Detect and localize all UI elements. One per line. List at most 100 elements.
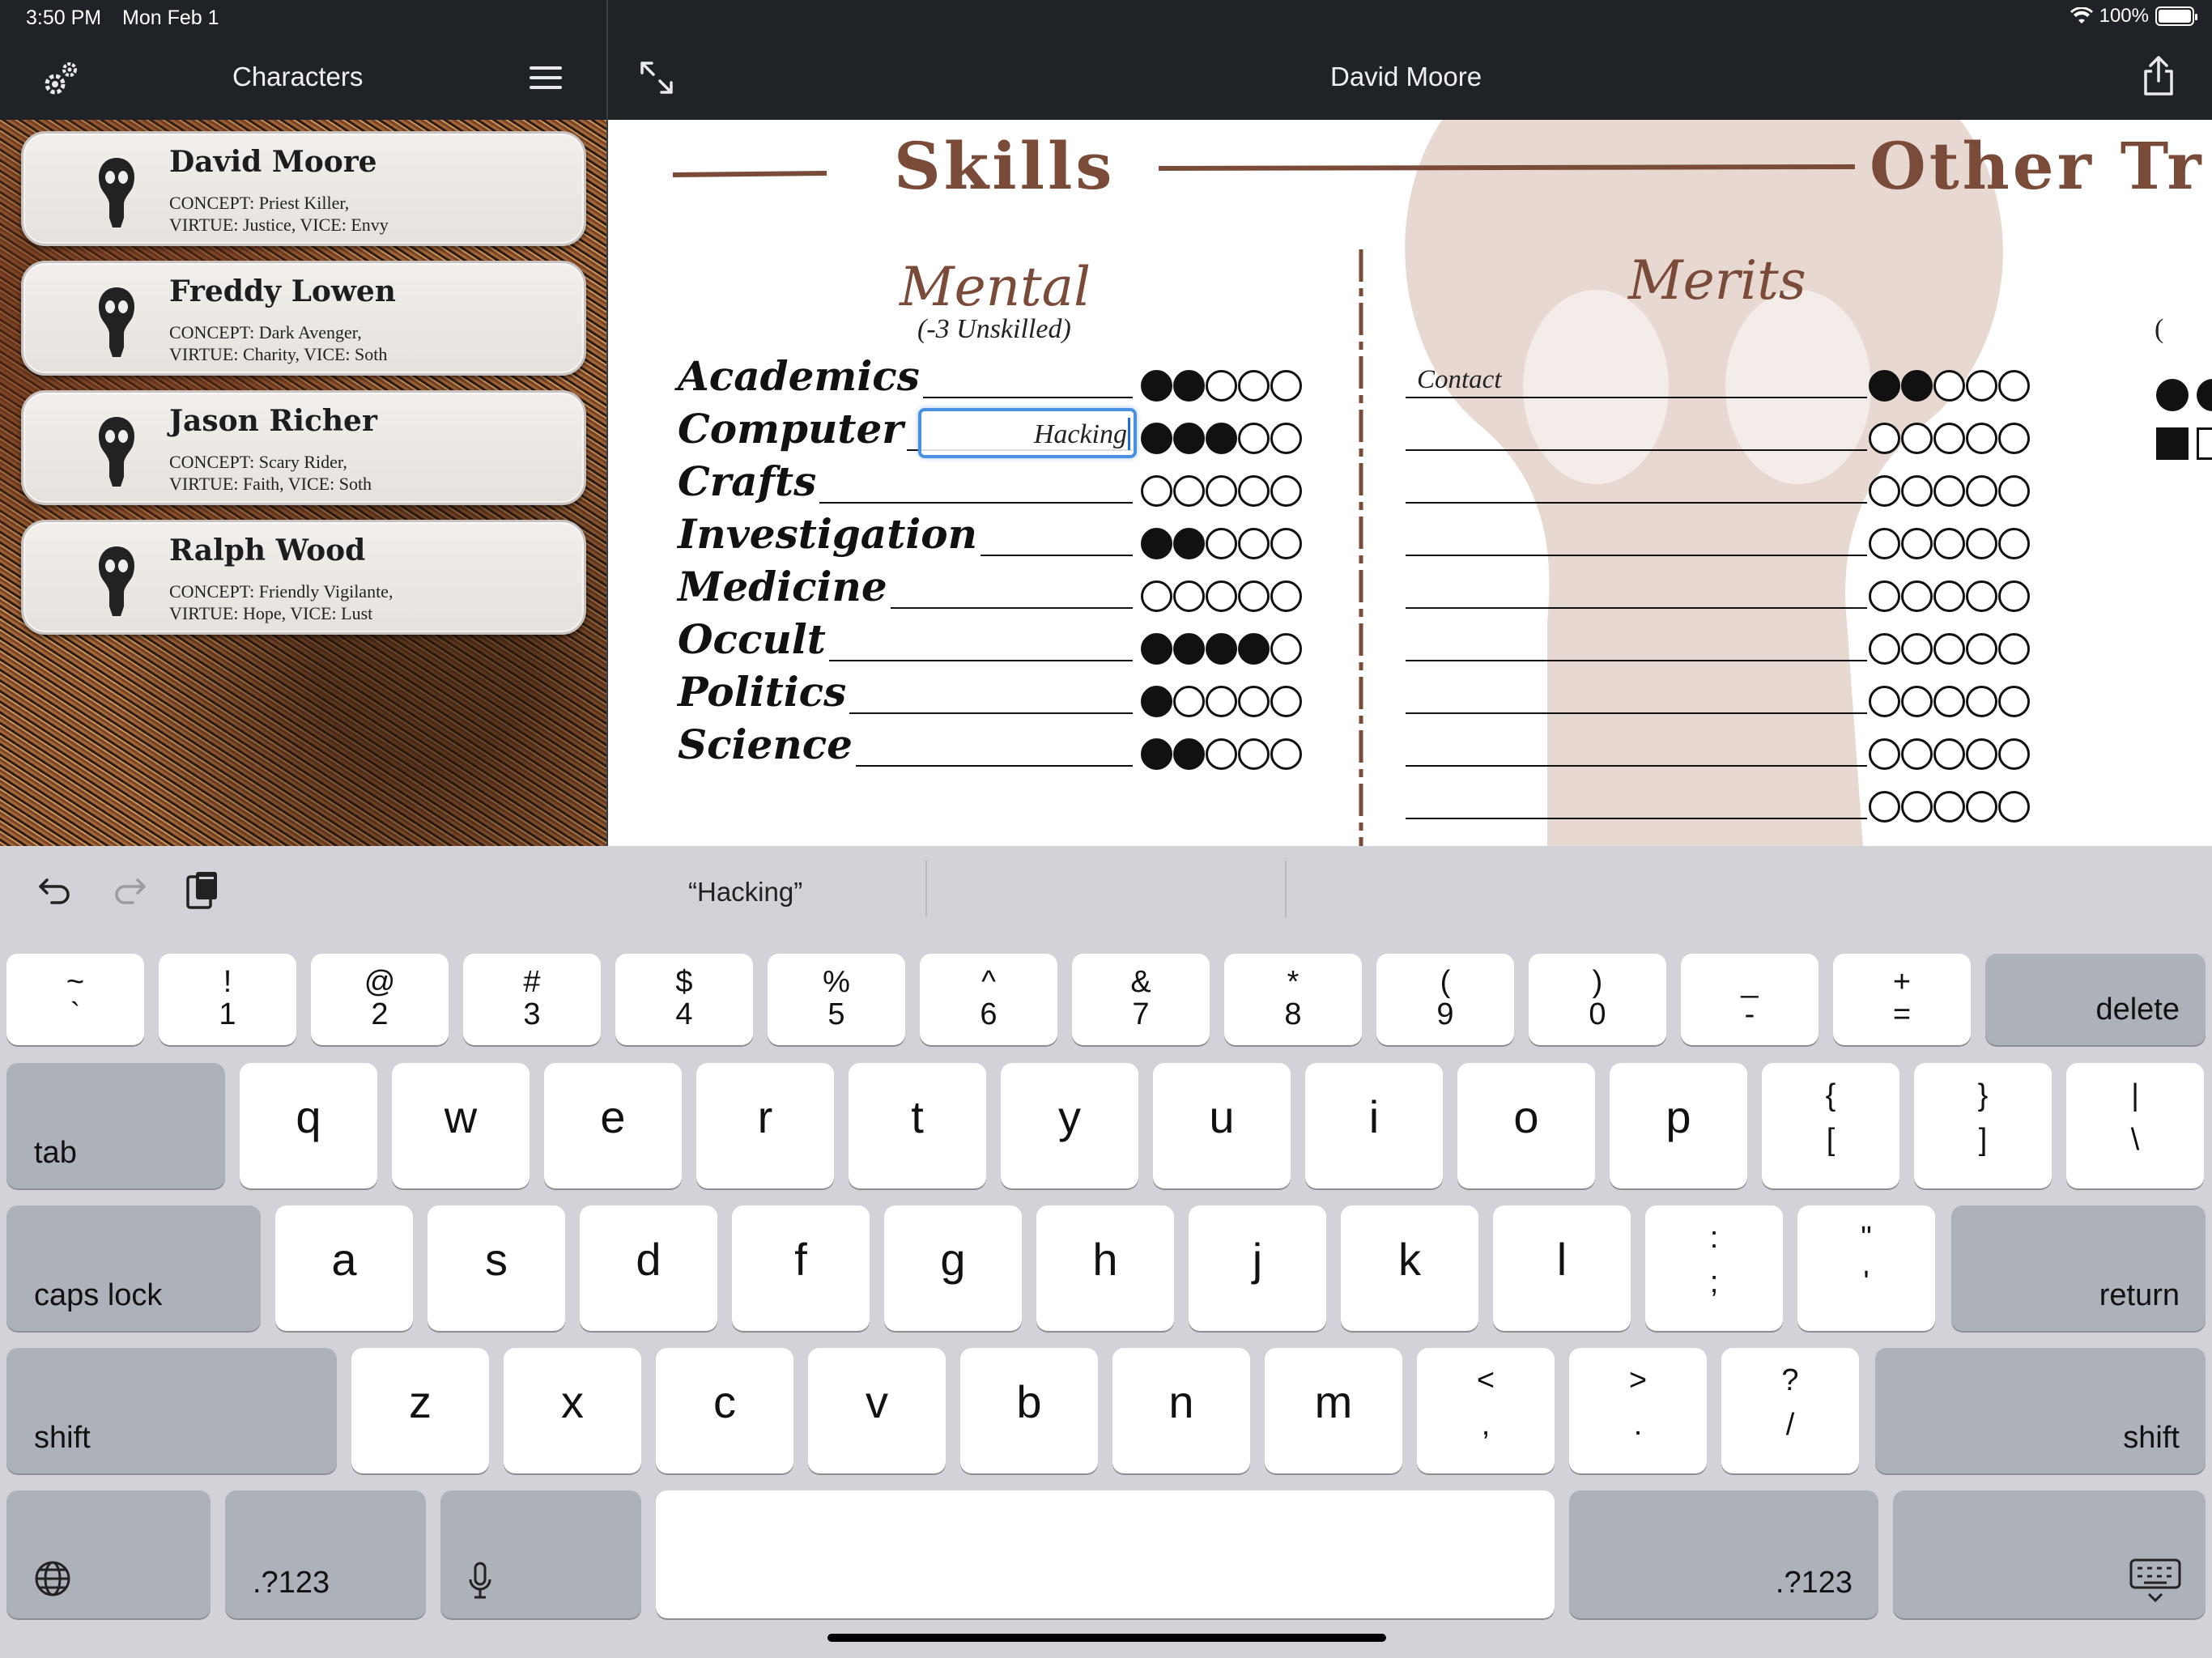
dot-empty[interactable] [1173,580,1205,612]
skill-dots[interactable] [1141,370,1302,402]
dot-empty[interactable] [1869,738,1900,770]
key-letter-f[interactable]: f [732,1205,870,1331]
character-card-david-moore[interactable]: David Moore CONCEPT: Priest Killer, VIRT… [21,131,586,246]
dot-filled[interactable] [1173,738,1205,770]
skill-row-investigation[interactable]: Investigation [678,510,1439,563]
dot-empty[interactable] [1998,475,2030,507]
dismiss-keyboard-key[interactable] [1893,1490,2206,1618]
dot-empty[interactable] [1869,475,1900,507]
dot-empty[interactable] [1901,738,1933,770]
merit-dots[interactable] [1869,370,2030,402]
caps-lock-key[interactable]: caps lock [6,1205,261,1331]
key-letter-h[interactable]: h [1036,1205,1174,1331]
merit-dots[interactable] [1869,423,2030,454]
skill-row-occult[interactable]: Occult [678,615,1439,668]
key-letter-x[interactable]: x [504,1348,641,1473]
dot-empty[interactable] [1966,528,1997,559]
merit-dots[interactable] [1869,686,2030,717]
merit-row[interactable] [1406,619,2037,668]
undo-icon[interactable] [37,872,73,908]
skill-dots[interactable] [1141,738,1302,770]
dot-empty[interactable] [1998,791,2030,823]
dot-empty[interactable] [1966,580,1997,612]
key-letter-o[interactable]: o [1457,1063,1595,1188]
dot-empty[interactable] [1966,686,1997,717]
dot-filled[interactable] [1141,423,1172,454]
merit-row[interactable]: Contact [1406,356,2037,405]
dot-empty[interactable] [1238,475,1270,507]
dot-filled[interactable] [1141,370,1172,402]
key-letter-k[interactable]: k [1341,1205,1478,1331]
numbers-key-left[interactable]: .?123 [225,1490,426,1618]
merit-dots[interactable] [1869,580,2030,612]
dot-filled[interactable] [1238,633,1270,665]
dot-empty[interactable] [1270,633,1302,665]
skill-dots[interactable] [1141,475,1302,507]
dot-empty[interactable] [1933,633,1965,665]
dot-filled[interactable] [1173,528,1205,559]
dot-filled[interactable] [1901,370,1933,402]
key-num-12[interactable]: + = [1833,954,1971,1045]
dot-empty[interactable] [1238,686,1270,717]
dot-empty[interactable] [1270,370,1302,402]
key-letter-z[interactable]: z [351,1348,489,1473]
character-card-freddy-lowen[interactable]: Freddy Lowen CONCEPT: Dark Avenger, VIRT… [21,261,586,376]
dot-empty[interactable] [1901,791,1933,823]
dot-empty[interactable] [1933,580,1965,612]
key-letter-u[interactable]: u [1153,1063,1291,1188]
settings-gears-icon[interactable] [40,60,79,99]
dot-empty[interactable] [1998,528,2030,559]
dot-empty[interactable] [1173,475,1205,507]
dot-empty[interactable] [1901,633,1933,665]
key-symbol-0[interactable]: {[ [1762,1063,1899,1188]
dot-empty[interactable] [1933,686,1965,717]
dot-empty[interactable] [1869,423,1900,454]
key-letter-m[interactable]: m [1265,1348,1402,1473]
dictation-key[interactable] [440,1490,641,1618]
dot-empty[interactable] [1998,423,2030,454]
dot-empty[interactable] [1869,528,1900,559]
dot-empty[interactable] [1869,633,1900,665]
dot-empty[interactable] [1869,580,1900,612]
dot-empty[interactable] [1270,475,1302,507]
dot-empty[interactable] [1901,686,1933,717]
merit-row[interactable] [1406,409,2037,457]
key-letter-p[interactable]: p [1610,1063,1747,1188]
key-num-9[interactable]: (9 [1376,954,1514,1045]
character-card-ralph-wood[interactable]: Ralph Wood CONCEPT: Friendly Vigilante, … [21,520,586,635]
key-letter-b[interactable]: b [960,1348,1098,1473]
globe-key[interactable] [6,1490,211,1618]
dot-empty[interactable] [1270,580,1302,612]
skill-dots[interactable] [1141,633,1302,665]
dot-empty[interactable] [1206,738,1237,770]
key-punct-z-2[interactable]: ? / [1721,1348,1859,1473]
specialty-input[interactable]: Hacking [918,408,1137,458]
key-letter-j[interactable]: j [1189,1205,1326,1331]
dot-empty[interactable] [1206,580,1237,612]
dot-empty[interactable] [1901,423,1933,454]
delete-key[interactable]: delete [1985,954,2206,1045]
dot-filled[interactable] [1173,633,1205,665]
autocorrect-suggestion[interactable]: “Hacking” [688,877,802,908]
dot-filled[interactable] [1206,423,1237,454]
dot-empty[interactable] [1238,370,1270,402]
key-letter-v[interactable]: v [808,1348,946,1473]
merit-row[interactable] [1406,567,2037,615]
dot-empty[interactable] [1206,475,1237,507]
dot-empty[interactable] [1206,370,1237,402]
dot-empty[interactable] [1238,423,1270,454]
key-num-2[interactable]: @2 [311,954,449,1045]
key-num-6[interactable]: ^ 6 [920,954,1057,1045]
key-punct-z-1[interactable]: >. [1569,1348,1707,1473]
dot-empty[interactable] [1238,528,1270,559]
dot-empty[interactable] [1869,791,1900,823]
tab-key[interactable]: tab [6,1063,225,1188]
dot-empty[interactable] [1998,633,2030,665]
character-card-jason-richer[interactable]: Jason Richer CONCEPT: Scary Rider, VIRTU… [21,390,586,505]
return-key[interactable]: return [1951,1205,2206,1331]
merit-dots[interactable] [1869,475,2030,507]
dot-empty[interactable] [1933,475,1965,507]
merit-row[interactable] [1406,461,2037,510]
key-num-5[interactable]: % 5 [768,954,905,1045]
dot-empty[interactable] [1270,738,1302,770]
